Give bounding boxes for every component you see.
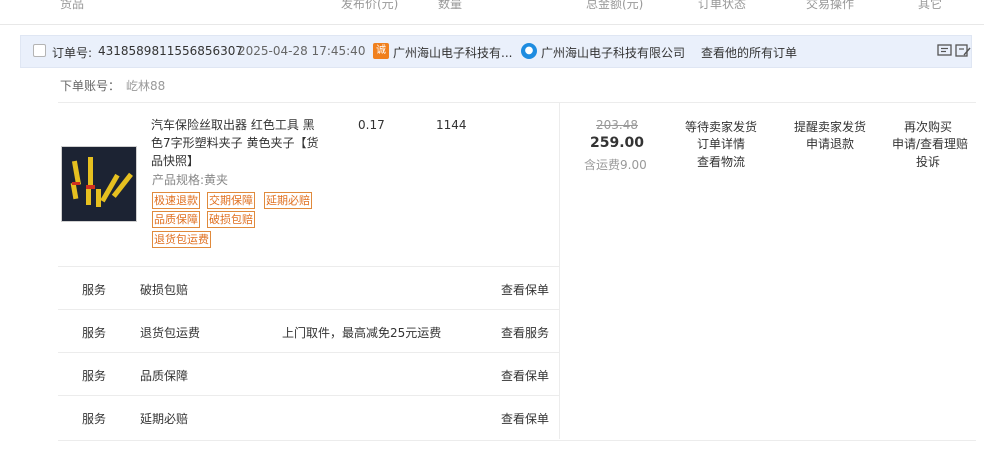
seller-name-link[interactable]: 广州海山电子科技有限公司 (541, 44, 685, 61)
service-action-link[interactable]: 查看保单 (501, 410, 549, 427)
tag-fast-refund: 极速退款 (152, 192, 200, 209)
col-status: 订单状态 (698, 0, 747, 11)
col-amount: 总金额(元) (586, 0, 644, 11)
service-name: 延期必赔 (140, 412, 189, 426)
order-status: 等待卖家发货 (685, 120, 758, 134)
service-label: 服务 (82, 326, 107, 340)
order-checkbox[interactable] (33, 44, 46, 57)
column-header: 货品 发布价(元) 数量 总金额(元) 订单状态 交易操作 其它 (0, 0, 984, 25)
edit-note-icon[interactable] (955, 44, 971, 58)
remind-ship-button[interactable]: 提醒卖家发货 (794, 118, 866, 135)
product-title-link[interactable]: 汽车保险丝取出器 红色工具 黑色7字形塑料夹子 黄色夹子【货品快照】 (151, 116, 323, 170)
fuse-puller-image (62, 147, 136, 221)
col-qty: 数量 (438, 0, 463, 11)
apply-refund-link[interactable]: 申请退款 (806, 135, 854, 152)
shop-name-link[interactable]: 广州海山电子科技有... (393, 44, 512, 61)
service-row: 服务 品质保障 查看保单 (58, 352, 559, 396)
service-action-link[interactable]: 查看保单 (501, 367, 549, 384)
product-thumbnail[interactable] (61, 146, 137, 222)
product-spec: 产品规格:黄夹 (152, 173, 229, 187)
claim-link[interactable]: 申请/查看理赔 (892, 135, 968, 152)
service-row: 服务 退货包运费 上门取件，最高减免25元运费 查看服务 (58, 309, 559, 353)
view-all-orders-link[interactable]: 查看他的所有订单 (701, 44, 797, 61)
wangwang-icon[interactable]: ● (521, 43, 537, 59)
quantity: 1144 (436, 118, 467, 132)
account-label: 下单账号： (60, 79, 121, 93)
rebuy-link[interactable]: 再次购买 (904, 118, 952, 135)
shop-badge-icon: 诚 (373, 43, 389, 59)
column-divider (559, 102, 560, 439)
order-datetime: 2025-04-28 17:45:40 (238, 44, 366, 58)
service-name: 品质保障 (140, 369, 189, 383)
account-value: 屹林88 (126, 79, 166, 93)
col-action: 交易操作 (806, 0, 855, 11)
tag-damage-compensation: 破损包赔 (207, 211, 255, 228)
tag-delivery-guarantee: 交期保障 (207, 192, 255, 209)
order-number-label: 订单号: (52, 46, 93, 60)
unit-price: 0.17 (358, 118, 385, 132)
tag-free-return-shipping: 退货包运费 (152, 231, 211, 248)
col-other: 其它 (918, 0, 943, 11)
service-row: 服务 破损包赔 查看保单 (58, 266, 559, 310)
service-action-link[interactable]: 查看保单 (501, 281, 549, 298)
total-amount: 259.00 (590, 135, 645, 151)
shipping-included: 含运费9.00 (584, 158, 647, 172)
order-detail-link[interactable]: 订单详情 (697, 135, 745, 152)
service-name: 退货包运费 (140, 326, 201, 340)
complain-link[interactable]: 投诉 (916, 153, 940, 170)
order-header: 订单号: 4318589811556856307 2025-04-28 17:4… (20, 35, 972, 68)
tag-delay-compensation: 延期必赔 (264, 192, 312, 209)
service-label: 服务 (82, 412, 107, 426)
col-price: 发布价(元) (341, 0, 399, 11)
service-label: 服务 (82, 369, 107, 383)
tag-quality-guarantee: 品质保障 (152, 211, 200, 228)
service-action-link[interactable]: 查看服务 (501, 324, 549, 341)
buyer-account: 下单账号： 屹林88 (60, 77, 165, 94)
order-number: 4318589811556856307 (98, 44, 244, 58)
memo-icon[interactable] (937, 44, 953, 58)
service-row: 服务 延期必赔 查看保单 (58, 395, 559, 439)
service-label: 服务 (82, 283, 107, 297)
service-desc: 上门取件，最高减免25元运费 (282, 326, 442, 340)
view-logistics-link[interactable]: 查看物流 (697, 153, 745, 170)
service-name: 破损包赔 (140, 283, 189, 297)
col-goods: 货品 (60, 0, 85, 11)
original-amount: 203.48 (596, 118, 638, 132)
